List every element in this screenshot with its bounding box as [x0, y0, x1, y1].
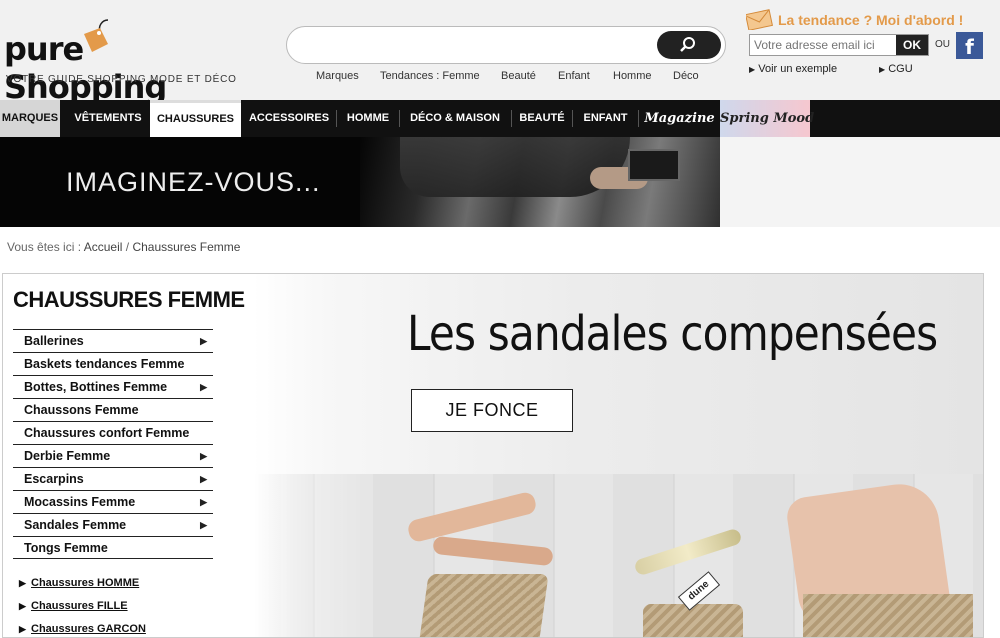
arrow-right-icon: ▶	[200, 520, 207, 530]
breadcrumb-prefix: Vous êtes ici :	[7, 240, 82, 254]
menu-item-bottes[interactable]: Bottes, Bottines Femme ▶	[13, 375, 213, 398]
arrow-right-icon: ▶	[200, 474, 207, 484]
category-title: CHAUSSURES FEMME	[13, 287, 245, 312]
nav-vetements[interactable]: VÊTEMENTS	[66, 100, 150, 137]
breadcrumb-separator: /	[125, 240, 130, 254]
newsletter-form: OK	[749, 34, 929, 56]
subnav-link[interactable]: Enfant	[558, 70, 590, 82]
cgu-label: CGU	[888, 63, 913, 75]
banner-car-screen	[628, 149, 680, 181]
nav-divider	[336, 110, 337, 127]
breadcrumb-current: Chaussures Femme	[132, 240, 241, 254]
nav-accessoires[interactable]: ACCESSOIRES	[244, 100, 334, 137]
arrow-right-icon: ▶	[19, 578, 26, 588]
menu-item-chaussons[interactable]: Chaussons Femme	[13, 398, 213, 421]
nav-enfant[interactable]: ENFANT	[575, 100, 636, 137]
menu-item-label: Derbie Femme	[24, 449, 111, 463]
newsletter-text: La tendance ? Moi d'abord !	[778, 12, 964, 28]
subnav-link[interactable]: Homme	[613, 70, 652, 82]
category-panel: dune Les sandales compensées JE FONCE CH…	[2, 273, 984, 638]
main-navigation: MARQUES VÊTEMENTS CHAUSSURES ACCESSOIRES…	[0, 100, 1000, 137]
nav-homme[interactable]: HOMME	[339, 100, 397, 137]
sub-link-label: Chaussures HOMME	[31, 577, 140, 589]
newsletter-headline: La tendance ? Moi d'abord !	[746, 6, 996, 32]
menu-item-label: Chaussures confort Femme	[24, 426, 190, 440]
logo-text: pure Shopping	[4, 30, 167, 106]
site-header: pure Shopping VOTRE GUIDE SHOPPING MODE …	[0, 0, 1000, 106]
nav-deco-maison[interactable]: DÉCO & MAISON	[402, 100, 508, 137]
banner-side-space	[720, 137, 1000, 227]
subnav-link[interactable]: Beauté	[501, 70, 536, 82]
search-bar[interactable]	[286, 26, 726, 64]
nav-divider	[511, 110, 512, 127]
arrow-right-icon: ▶	[19, 624, 26, 634]
arrow-right-icon: ▶	[200, 451, 207, 461]
menu-item-escarpins[interactable]: Escarpins ▶	[13, 467, 213, 490]
category-menu: Ballerines ▶ Baskets tendances Femme Bott…	[13, 329, 213, 559]
sub-link-label: Chaussures GARCON	[31, 623, 146, 635]
arrow-right-icon: ▶	[879, 65, 886, 74]
link-chaussures-fille[interactable]: ▶ Chaussures FILLE	[19, 598, 219, 621]
nav-beaute[interactable]: BEAUTÉ	[514, 100, 570, 137]
search-icon	[680, 37, 695, 52]
menu-item-derbie[interactable]: Derbie Femme ▶	[13, 444, 213, 467]
envelope-icon	[746, 9, 773, 30]
cgu-link[interactable]: ▶ CGU	[879, 63, 913, 75]
nav-divider	[572, 110, 573, 127]
menu-item-label: Mocassins Femme	[24, 495, 136, 509]
search-button[interactable]	[657, 31, 721, 59]
menu-item-label: Chaussons Femme	[24, 403, 139, 417]
logo-tagline: VOTRE GUIDE SHOPPING MODE ET DÉCO	[6, 74, 237, 85]
subnav-link[interactable]: Tendances : Femme	[380, 70, 480, 82]
menu-item-label: Tongs Femme	[24, 541, 108, 555]
logo[interactable]: pure Shopping VOTRE GUIDE SHOPPING MODE …	[2, 8, 242, 106]
or-label: OU	[935, 39, 950, 50]
banner-text: IMAGINEZ-VOUS...	[66, 167, 321, 197]
menu-item-label: Sandales Femme	[24, 518, 127, 532]
menu-item-label: Baskets tendances Femme	[24, 357, 185, 371]
menu-item-sandales[interactable]: Sandales Femme ▶	[13, 513, 213, 536]
menu-item-baskets[interactable]: Baskets tendances Femme	[13, 352, 213, 375]
sub-link-label: Chaussures FILLE	[31, 600, 128, 612]
email-field[interactable]	[750, 35, 896, 55]
related-categories: ▶ Chaussures HOMME ▶ Chaussures FILLE ▶ Cha…	[19, 575, 219, 637]
arrow-right-icon: ▶	[200, 497, 207, 507]
nav-divider	[399, 110, 400, 127]
menu-item-mocassins[interactable]: Mocassins Femme ▶	[13, 490, 213, 513]
sandal-image	[417, 574, 549, 637]
menu-item-ballerines[interactable]: Ballerines ▶	[13, 329, 213, 352]
subnav-link[interactable]: Marques	[316, 70, 359, 82]
price-tag-icon	[84, 19, 109, 52]
menu-item-label: Ballerines	[24, 334, 84, 348]
link-chaussures-homme[interactable]: ▶ Chaussures HOMME	[19, 575, 219, 598]
breadcrumb-home[interactable]: Accueil	[84, 240, 123, 254]
je-fonce-button[interactable]: JE FONCE	[411, 389, 573, 432]
menu-item-confort[interactable]: Chaussures confort Femme	[13, 421, 213, 444]
sub-navigation: Marques Tendances : Femme Beauté Enfant …	[300, 70, 720, 86]
menu-item-label: Escarpins	[24, 472, 84, 486]
voir-exemple-label: Voir un exemple	[758, 63, 838, 75]
arrow-right-icon: ▶	[19, 601, 26, 611]
menu-item-tongs[interactable]: Tongs Femme	[13, 536, 213, 559]
hero-banner[interactable]: IMAGINEZ-VOUS...	[0, 137, 720, 227]
nav-spring-mood[interactable]: Spring Mood	[720, 100, 814, 137]
nav-magazine[interactable]: Magazine	[641, 100, 718, 137]
nav-marques[interactable]: MARQUES	[0, 100, 60, 137]
breadcrumb: Vous êtes ici : Accueil / Chaussures Fem…	[7, 240, 240, 254]
voir-exemple-link[interactable]: ▶ Voir un exemple	[749, 63, 837, 75]
link-chaussures-garcon[interactable]: ▶ Chaussures GARCON	[19, 621, 219, 637]
promo-title[interactable]: Les sandales compensées	[407, 306, 938, 362]
ok-button[interactable]: OK	[896, 35, 928, 55]
nav-divider	[638, 110, 639, 127]
facebook-icon[interactable]: f	[956, 32, 983, 59]
menu-item-label: Bottes, Bottines Femme	[24, 380, 168, 394]
arrow-right-icon: ▶	[200, 382, 207, 392]
arrow-right-icon: ▶	[200, 336, 207, 346]
sandal-image	[643, 604, 743, 637]
nav-chaussures[interactable]: CHAUSSURES	[150, 100, 241, 137]
sandal-sole	[803, 594, 973, 637]
arrow-right-icon: ▶	[749, 65, 756, 74]
subnav-link[interactable]: Déco	[673, 70, 699, 82]
